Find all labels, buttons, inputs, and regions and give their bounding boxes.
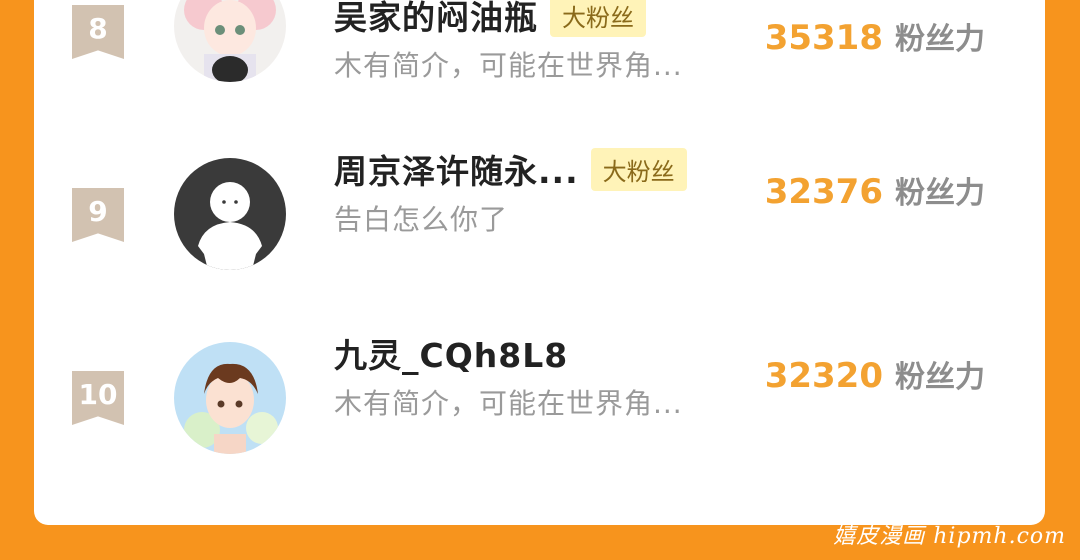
default-person-avatar-image bbox=[174, 158, 286, 270]
fan-power-label: 粉丝力 bbox=[895, 22, 985, 57]
user-avatar[interactable] bbox=[174, 0, 286, 82]
rank-badge: 8 bbox=[72, 5, 124, 59]
anime-girl-avatar-image bbox=[174, 0, 286, 82]
rank-number: 10 bbox=[78, 377, 118, 411]
fan-level-badge: 大粉丝 bbox=[550, 0, 646, 37]
user-avatar[interactable] bbox=[174, 158, 286, 270]
leaderboard-row[interactable]: 8 吴家的闷油瓶 大粉丝 木有简介，可能在世界角... 35318 粉丝力 bbox=[34, 0, 1045, 100]
fan-power-score: 35318 bbox=[764, 18, 883, 58]
anime-boy-avatar-image bbox=[174, 342, 286, 454]
fan-power-label: 粉丝力 bbox=[895, 176, 985, 211]
user-name[interactable]: 周京泽许随永... bbox=[334, 145, 579, 193]
rank-badge: 9 bbox=[72, 188, 124, 242]
rank-number: 8 bbox=[88, 11, 108, 45]
user-bio: 告白怎么你了 bbox=[334, 203, 509, 236]
leaderboard-row[interactable]: 10 九灵_CQh8L8 木有简介，可能在世界角... 32320 粉丝力 bbox=[34, 336, 1045, 470]
user-avatar[interactable] bbox=[174, 342, 286, 454]
rank-number: 9 bbox=[88, 194, 108, 228]
fan-leaderboard-card: 8 吴家的闷油瓶 大粉丝 木有简介，可能在世界角... 35318 粉丝力 9 … bbox=[34, 0, 1045, 525]
site-watermark: 嬉皮漫画 hipmh.com bbox=[833, 524, 1066, 549]
leaderboard-row[interactable]: 9 周京泽许随永... 大粉丝 告白怎么你了 32376 粉丝力 bbox=[34, 147, 1045, 286]
fan-power-score: 32376 bbox=[764, 172, 883, 212]
user-bio: 木有简介，可能在世界角... bbox=[334, 387, 683, 420]
user-name[interactable]: 吴家的闷油瓶 bbox=[334, 0, 538, 39]
user-name[interactable]: 九灵_CQh8L8 bbox=[334, 329, 568, 377]
fan-level-badge: 大粉丝 bbox=[590, 147, 687, 191]
fan-power-label: 粉丝力 bbox=[895, 360, 985, 395]
user-bio: 木有简介，可能在世界角... bbox=[334, 49, 683, 82]
fan-power-score: 32320 bbox=[764, 356, 883, 396]
rank-badge: 10 bbox=[72, 371, 124, 425]
